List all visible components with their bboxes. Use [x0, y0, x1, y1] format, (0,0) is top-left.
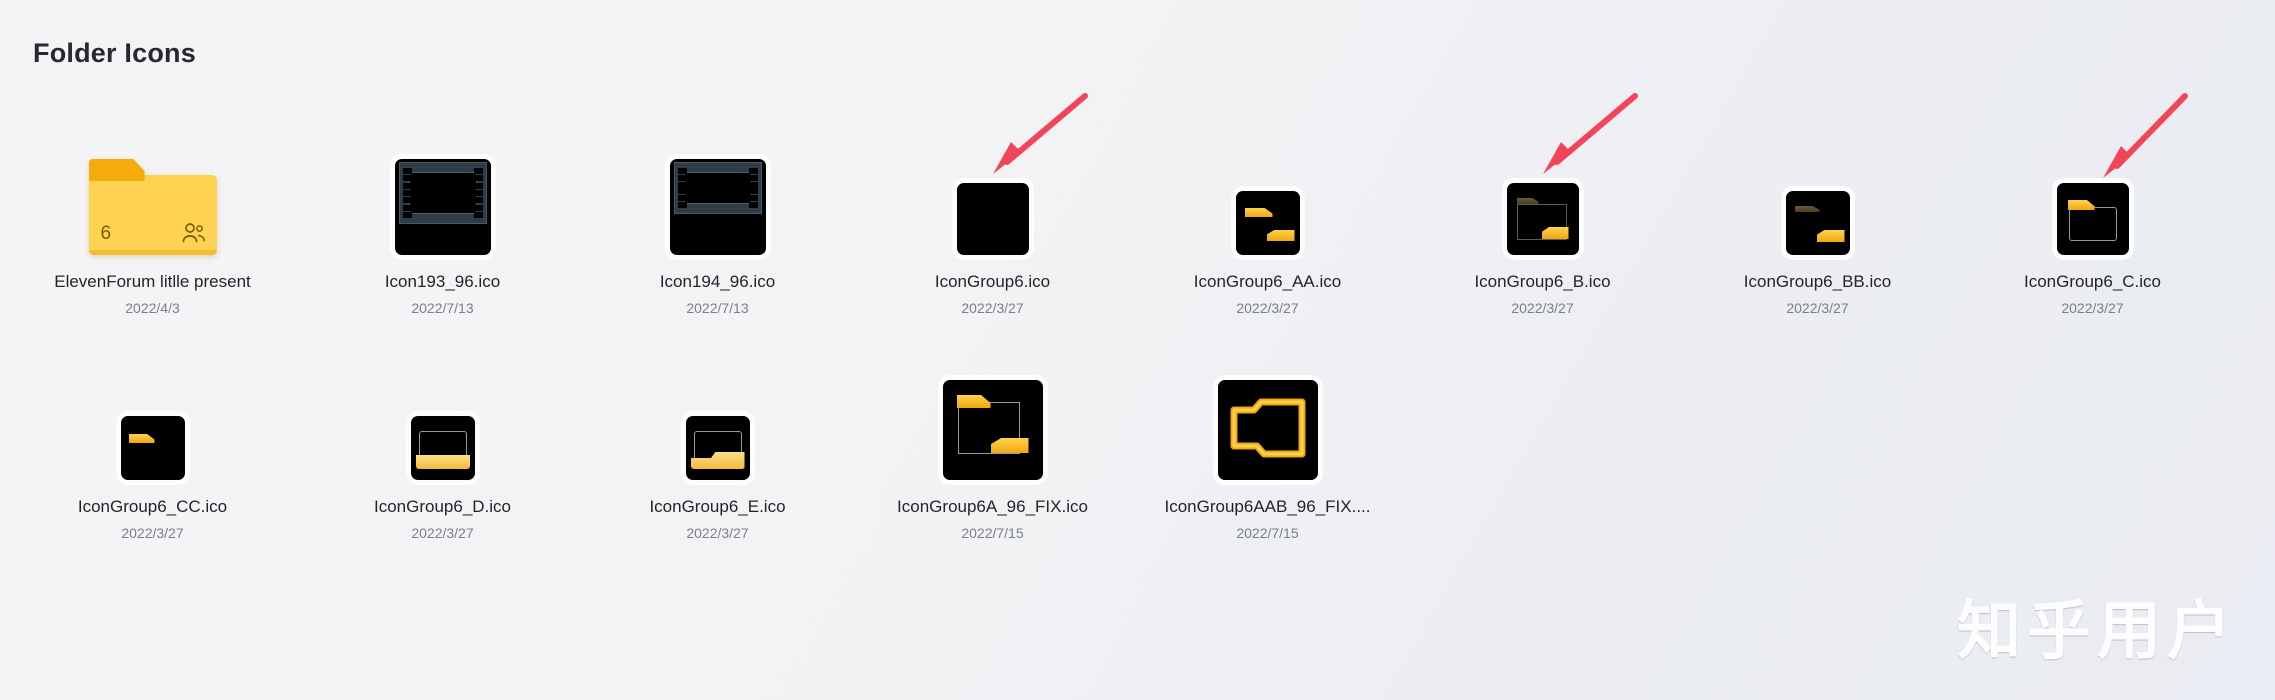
icon-date: 2022/3/27	[1786, 300, 1849, 316]
thumb-area	[410, 360, 475, 480]
film-strip-tall-icon	[394, 159, 491, 255]
film-strip-short-icon	[669, 159, 766, 255]
thumb-area	[1235, 120, 1300, 255]
watermark: 知乎用户	[1957, 595, 2237, 667]
icon-item-icongroup6a-96-fix[interactable]: IconGroup6A_96_FIX.ico 2022/7/15	[855, 360, 1130, 590]
icon-item-icongroup6[interactable]: IconGroup6.ico 2022/3/27	[855, 93, 1130, 360]
thumb-area	[942, 360, 1043, 480]
thumb-area	[956, 120, 1029, 255]
icon-item-icongroup6aab-96-fix[interactable]: IconGroup6AAB_96_FIX.... 2022/7/15	[1130, 360, 1405, 590]
icon-label: IconGroup6AAB_96_FIX....	[1164, 497, 1371, 516]
full-yellow-folder-icon	[1217, 380, 1318, 480]
icon-item-icongroup6-cc[interactable]: IconGroup6_CC.ico 2022/3/27	[0, 360, 305, 590]
icon-date: 2022/3/27	[1236, 300, 1299, 316]
outline-yellowtab-icon	[2056, 183, 2129, 255]
tab-only-icon	[120, 416, 185, 480]
icon-date: 2022/3/27	[686, 525, 749, 541]
thumb-area	[1506, 120, 1579, 255]
icon-date: 2022/3/27	[961, 300, 1024, 316]
icon-label: IconGroup6_BB.ico	[1743, 272, 1892, 291]
icon-label: Icon193_96.ico	[384, 272, 501, 291]
dimtab-and-flap-icon	[1785, 191, 1850, 255]
thumb-area: 6	[88, 120, 217, 255]
icon-date: 2022/7/15	[1236, 525, 1299, 541]
outline-tab-flap-big-icon	[942, 380, 1043, 480]
icon-row: IconGroup6_CC.ico 2022/3/27 IconGroup6_D…	[0, 360, 2275, 590]
icon-date: 2022/7/15	[961, 525, 1024, 541]
outline-stepband-icon	[685, 416, 750, 480]
icon-label: IconGroup6_E.ico	[649, 497, 786, 516]
icon-label: IconGroup6_CC.ico	[77, 497, 228, 516]
classic-folder-icon: 6	[88, 159, 217, 255]
people-shared-icon	[182, 223, 205, 243]
icon-date: 2022/3/27	[1511, 300, 1574, 316]
blank-black-icon	[956, 183, 1029, 255]
icon-label: IconGroup6.ico	[934, 272, 1051, 291]
thumb-area	[2056, 120, 2129, 255]
icon-label: IconGroup6_AA.ico	[1193, 272, 1342, 291]
thumb-area	[394, 120, 491, 255]
thumb-area	[1217, 360, 1318, 480]
thumb-area	[669, 120, 766, 255]
icon-label: IconGroup6_D.ico	[373, 497, 512, 516]
icon-row: 6 ElevenForum litlle present 2022/4/3 Ic…	[0, 93, 2275, 360]
thumb-area	[685, 360, 750, 480]
outline-dimtab-flap-icon	[1506, 183, 1579, 255]
icon-item-elevenforum[interactable]: 6 ElevenForum litlle present 2022/4/3	[0, 120, 305, 360]
icon-item-icongroup6-c[interactable]: IconGroup6_C.ico 2022/3/27	[1955, 93, 2230, 360]
icon-date: 2022/7/13	[411, 300, 474, 316]
icon-date: 2022/7/13	[686, 300, 749, 316]
icon-label: Icon194_96.ico	[659, 272, 776, 291]
page-title: Folder Icons	[33, 38, 196, 68]
icon-date: 2022/4/3	[125, 300, 180, 316]
icon-date: 2022/3/27	[2061, 300, 2124, 316]
icon-grid: 6 ElevenForum litlle present 2022/4/3 Ic…	[0, 93, 2275, 590]
icon-label: IconGroup6A_96_FIX.ico	[897, 497, 1088, 516]
outline-band-icon	[410, 416, 475, 480]
icon-item-icongroup6-b[interactable]: IconGroup6_B.ico 2022/3/27	[1405, 93, 1680, 360]
thumb-area	[1785, 120, 1850, 255]
thumb-area	[120, 360, 185, 480]
icon-item-icongroup6-d[interactable]: IconGroup6_D.ico 2022/3/27	[305, 360, 580, 590]
icon-label: IconGroup6_B.ico	[1474, 272, 1611, 291]
tab-and-flap-icon	[1235, 191, 1300, 255]
icon-date: 2022/3/27	[411, 525, 474, 541]
folder-badge-count: 6	[100, 223, 112, 244]
folder-outline-svg	[1230, 398, 1305, 458]
icon-date: 2022/3/27	[121, 525, 184, 541]
icon-item-icongroup6-aa[interactable]: IconGroup6_AA.ico 2022/3/27	[1130, 120, 1405, 360]
icon-item-icongroup6-e[interactable]: IconGroup6_E.ico 2022/3/27	[580, 360, 855, 590]
icon-label: IconGroup6_C.ico	[2023, 272, 2162, 291]
icon-item-icon193[interactable]: Icon193_96.ico 2022/7/13	[305, 120, 580, 360]
icon-item-icongroup6-bb[interactable]: IconGroup6_BB.ico 2022/3/27	[1680, 120, 1955, 360]
icon-label: ElevenForum litlle present	[54, 272, 251, 291]
icon-item-icon194[interactable]: Icon194_96.ico 2022/7/13	[580, 120, 855, 360]
